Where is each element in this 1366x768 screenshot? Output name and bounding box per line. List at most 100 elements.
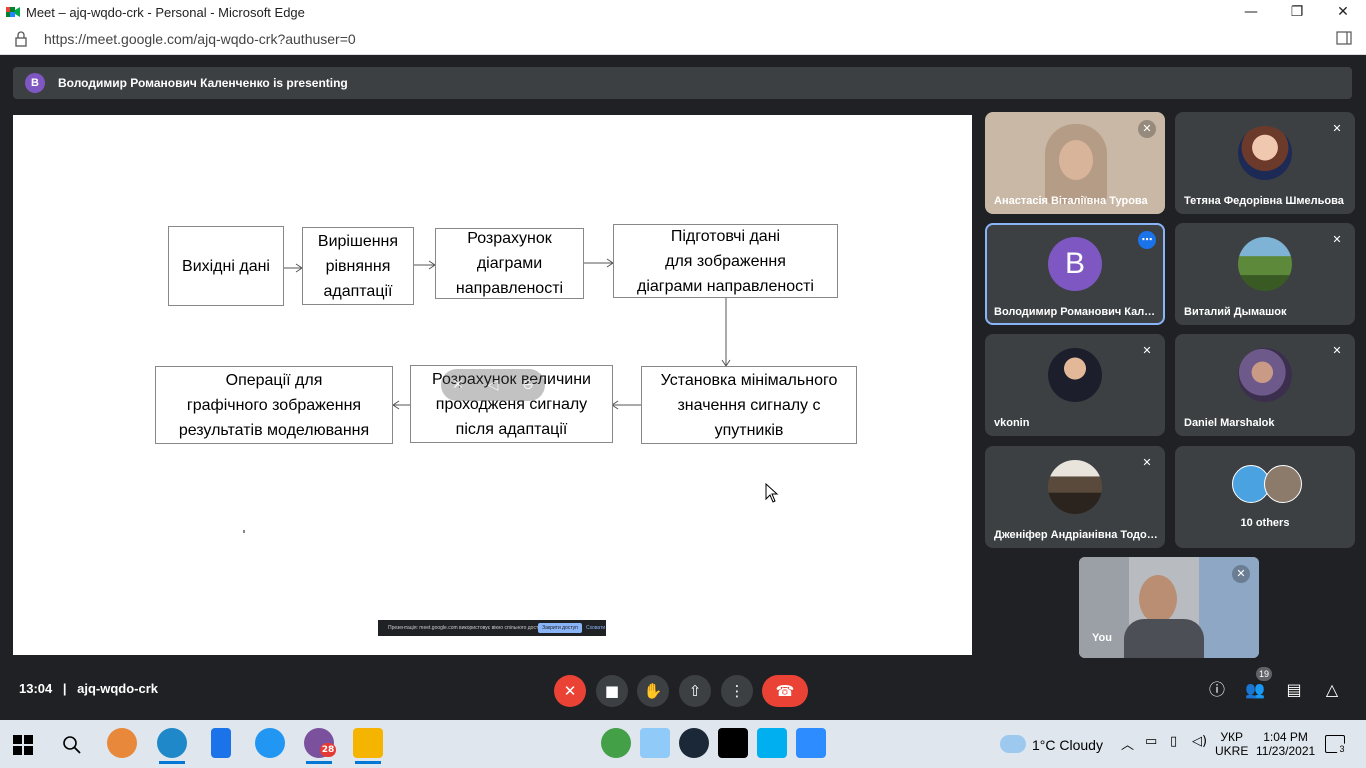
meeting-time: 13:04 (19, 681, 53, 696)
raise-hand-button[interactable]: ✋ (637, 675, 669, 707)
utorrent-icon[interactable] (601, 728, 631, 758)
netflix-icon[interactable] (718, 728, 748, 758)
chat-button[interactable]: ▤ (1283, 679, 1305, 701)
notification-count: 3 (1336, 743, 1348, 755)
more-vert-icon: ⋮ (729, 682, 745, 700)
activities-icon: △ (1325, 680, 1339, 699)
taskbar-clock[interactable]: 1:04 PM 11/23/2021 (1256, 730, 1315, 758)
file-explorer-icon[interactable] (353, 728, 383, 764)
flow-box-equation: Вирішення рівняння адаптації (302, 227, 414, 305)
participant-avatar (1048, 460, 1102, 514)
windows-taskbar: 28 1°C Cloudy ︿ ▭ ▯ ◁) УКР UKRE 1:04 PM … (0, 720, 1366, 768)
presenting-text: Володимир Романович Каленченко is presen… (58, 76, 348, 90)
self-view-tile[interactable]: ✕ You (1079, 557, 1259, 658)
app-icon[interactable] (255, 728, 285, 758)
activities-button[interactable]: △ (1321, 679, 1343, 701)
leave-call-button[interactable]: ☎ (762, 675, 808, 707)
participant-tile[interactable]: ✕ vkonin (985, 334, 1165, 436)
cloud-icon[interactable] (1000, 735, 1026, 753)
chevron-up-icon[interactable]: ︿ (1121, 734, 1134, 753)
restore-button[interactable]: ❐ (1274, 0, 1320, 24)
meeting-control-bar: 13:04 | ajq-wqdo-crk ✕ ■ ✋ ⇧ ⋮ ☎ ⓘ 👥 19 … (0, 665, 1366, 715)
clock-date: 11/23/2021 (1256, 744, 1316, 758)
participant-name: Анастасія Віталіївна Турова (994, 195, 1148, 207)
mic-off-icon[interactable]: ✕ (449, 376, 467, 394)
hangup-icon: ☎ (775, 682, 795, 700)
hide-share-bar-link[interactable]: Сховати (586, 625, 605, 631)
address-bar[interactable]: https://meet.google.com/ajq-wqdo-crk?aut… (0, 24, 1366, 55)
participant-tile[interactable]: ✕ Дженіфер Андріанівна Тодорова (985, 446, 1165, 548)
mic-toggle-button[interactable]: ✕ (554, 675, 586, 707)
participant-avatar (1048, 348, 1102, 402)
clock-time: 1:04 PM (1263, 730, 1308, 744)
others-count: 10 others (1240, 517, 1290, 529)
lock-icon[interactable] (14, 31, 28, 47)
notifications-icon[interactable]: 3 (1325, 735, 1348, 755)
more-options-icon[interactable]: ⋯ (1138, 231, 1156, 249)
participant-name: Daniel Marshalok (1184, 417, 1275, 429)
network-icon[interactable]: ▭ (1145, 734, 1157, 749)
participant-tile-active[interactable]: В ⋯ Володимир Романович Каленченко (985, 223, 1165, 325)
edge-icon[interactable] (157, 728, 187, 764)
battery-icon[interactable]: ▯ (1170, 734, 1177, 749)
volume-icon[interactable]: ◁) (1192, 734, 1207, 749)
mic-off-icon: ✕ (1332, 344, 1342, 357)
present-icon: ⇧ (688, 682, 702, 700)
participant-avatar: В (1048, 237, 1102, 291)
weather-text[interactable]: 1°C Cloudy (1032, 737, 1103, 753)
cursor-marker (243, 530, 245, 533)
others-tile[interactable]: 10 others (1175, 446, 1355, 548)
more-options-button[interactable]: ⋮ (721, 675, 753, 707)
chat-icon: ▤ (1286, 680, 1302, 699)
flow-box-graphics: Операції для графічного зображення резул… (155, 366, 393, 444)
shared-screen: Вихідні дані Вирішення рівняння адаптаці… (13, 115, 972, 655)
close-button[interactable]: ✕ (1320, 0, 1366, 24)
participant-face (1059, 140, 1093, 180)
viber-icon[interactable]: 28 (304, 728, 336, 764)
firefox-icon[interactable] (107, 728, 137, 758)
people-count-badge: 19 (1256, 667, 1272, 681)
meeting-separator: | (62, 681, 67, 696)
participant-name: Виталий Дымашок (1184, 306, 1287, 318)
search-icon[interactable] (62, 735, 82, 755)
camera-toggle-button[interactable]: ■ (596, 675, 628, 707)
language-indicator[interactable]: УКР UKRE (1215, 730, 1248, 758)
participant-name: Тетяна Федорівна Шмельова (1184, 195, 1344, 207)
steam-icon[interactable] (679, 728, 709, 758)
meeting-code: ajq-wqdo-crk (77, 681, 159, 696)
participant-tile[interactable]: ✕ Daniel Marshalok (1175, 334, 1355, 436)
flow-box-prep-data: Підготовчі дані для зображення діаграми … (613, 224, 838, 298)
screen-share-bar: Презентація: meet.google.com використову… (378, 620, 606, 636)
presenter-controls[interactable]: ✕ ◁ ⊖ (441, 369, 545, 401)
hand-icon: ✋ (643, 682, 663, 700)
participant-tile[interactable]: ✕ Виталий Дымашок (1175, 223, 1355, 325)
participant-name: vkonin (994, 417, 1030, 429)
minimize-button[interactable]: — (1228, 0, 1274, 24)
mic-off-icon: ✕ (1138, 120, 1156, 138)
flow-box-input: Вихідні дані (168, 226, 284, 306)
meeting-info-button[interactable]: ⓘ (1206, 679, 1228, 701)
camera-icon: ■ (604, 682, 620, 700)
url-text[interactable]: https://meet.google.com/ajq-wqdo-crk?aut… (44, 31, 356, 47)
people-icon: 👥 (1245, 680, 1265, 699)
speaker-off-icon[interactable]: ◁ (484, 376, 502, 394)
people-button[interactable]: 👥 (1244, 679, 1266, 701)
tab-actions-icon[interactable] (1336, 31, 1352, 45)
participant-avatar (1238, 348, 1292, 402)
browser-titlebar: Meet – ajq-wqdo-crk - Personal - Microso… (0, 0, 1366, 24)
language-top: УКР (1220, 730, 1243, 744)
flow-box-min-signal: Установка мінімального значення сигналу … (641, 366, 857, 444)
participant-tile[interactable]: ✕ Тетяна Федорівна Шмельова (1175, 112, 1355, 214)
zoom-icon[interactable] (796, 728, 826, 758)
mouse-cursor-icon (765, 483, 779, 503)
skype-icon[interactable] (757, 728, 787, 758)
notepad-icon[interactable] (640, 728, 670, 758)
file-icon[interactable] (211, 728, 231, 758)
mic-off-icon: ✕ (1142, 456, 1152, 469)
present-button[interactable]: ⇧ (679, 675, 711, 707)
self-face (1139, 575, 1177, 623)
windows-start-icon[interactable] (13, 735, 33, 755)
participant-tile[interactable]: ✕ Анастасія Віталіївна Турова (985, 112, 1165, 214)
stop-sharing-button[interactable]: Закрити доступ (538, 623, 582, 633)
minimize-view-icon[interactable]: ⊖ (519, 376, 537, 394)
